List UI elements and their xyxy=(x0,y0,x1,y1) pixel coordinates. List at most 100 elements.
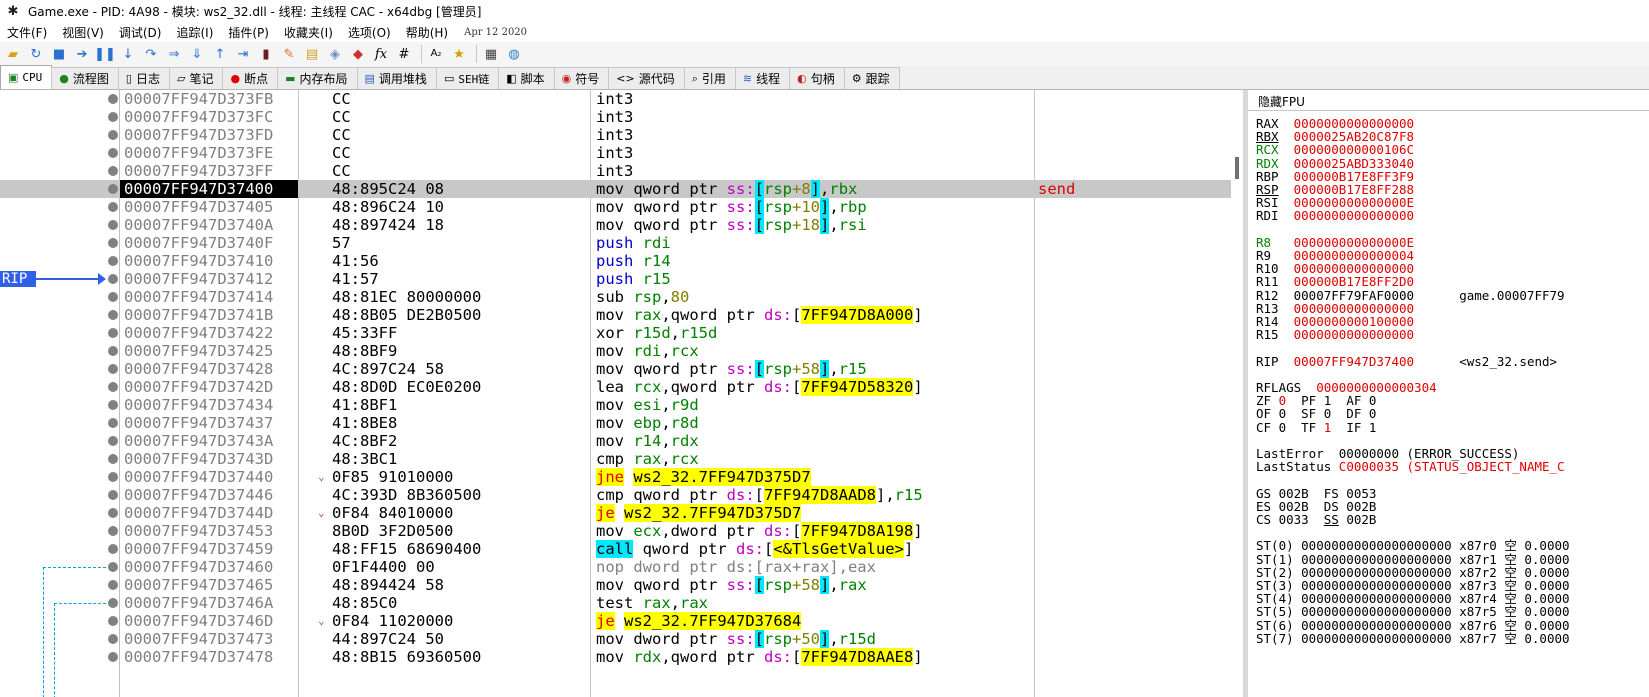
disasm-row[interactable]: 00007FF947D373FB CC int3 xyxy=(0,90,1231,108)
tab-breakpoints[interactable]: ● 断点 xyxy=(222,67,279,89)
tab-log[interactable]: ▯ 日志 xyxy=(117,67,170,89)
tab-cpu[interactable]: ▣ CPU xyxy=(0,65,53,89)
register-line[interactable]: R15 0000000000000000 xyxy=(1256,328,1414,341)
register-line[interactable]: ST(7) 00000000000000000000 x87r7 空 0.000… xyxy=(1256,632,1570,645)
font-icon[interactable]: A₂ xyxy=(426,44,446,64)
function-icon[interactable]: ◆ xyxy=(348,44,368,64)
breakpoint-dot-icon[interactable] xyxy=(108,472,118,482)
disasm-row[interactable]: 00007FF947D3741B 48:8B05 DE2B0500 mov rax,… xyxy=(0,306,1231,324)
disasm-row[interactable]: 00007FF947D37422 45:33FF xor r15d,r15d xyxy=(0,324,1231,342)
disasm-row[interactable]: 00007FF947D3740A 48:897424 18 mov qword pt… xyxy=(0,216,1231,234)
disasm-row[interactable]: 00007FF947D37460 0F1F4400 00 nop dword ptr… xyxy=(0,558,1231,576)
disasm-row[interactable]: 00007FF947D3743A 4C:8BF2 mov r14,rdx xyxy=(0,432,1231,450)
disassembly-scrollbar[interactable] xyxy=(1231,90,1243,697)
disasm-row[interactable]: 00007FF947D37446 4C:393D 8B360500 cmp qwor… xyxy=(0,486,1231,504)
register-line[interactable]: LastStatus C0000035 (STATUS_OBJECT_NAME_… xyxy=(1256,460,1565,473)
breakpoint-dot-icon[interactable] xyxy=(108,634,118,644)
hide-fpu-button[interactable]: 隐藏FPU xyxy=(1258,93,1305,110)
restart-icon[interactable]: ↻ xyxy=(26,44,46,64)
breakpoint-dot-icon[interactable] xyxy=(108,526,118,536)
disasm-row[interactable]: 00007FF947D37414 48:81EC 80000000 sub rsp,… xyxy=(0,288,1231,306)
step-into-icon[interactable]: ↓ xyxy=(118,44,138,64)
tab-references[interactable]: ⌕ 引用 xyxy=(683,67,736,89)
hash-icon[interactable]: # xyxy=(394,44,414,64)
bookmark-icon[interactable]: ◈ xyxy=(325,44,345,64)
disassembly-view[interactable]: 00007FF947D373FB CC int3 00007FF947D373FC CC… xyxy=(0,90,1243,697)
pause-icon[interactable]: ❚❚ xyxy=(94,44,116,64)
breakpoint-dot-icon[interactable] xyxy=(108,220,118,230)
trace-into-icon[interactable]: ⇒ xyxy=(164,44,184,64)
menu-favourites[interactable]: 收藏夹(I) xyxy=(277,24,341,41)
tab-trace[interactable]: ⚙ 跟踪 xyxy=(843,67,900,89)
comment-icon[interactable]: ✎ xyxy=(279,44,299,64)
breakpoint-dot-icon[interactable] xyxy=(108,490,118,500)
menu-help[interactable]: 帮助(H) xyxy=(399,24,456,41)
breakpoint-dot-icon[interactable] xyxy=(108,652,118,662)
disasm-row[interactable]: 00007FF947D37405 48:896C24 10 mov qword pt… xyxy=(0,198,1231,216)
tab-call-stack[interactable]: ▤ 调用堆栈 xyxy=(356,67,437,89)
favourite-icon[interactable]: ★ xyxy=(449,44,469,64)
breakpoint-dot-icon[interactable] xyxy=(108,364,118,374)
breakpoint-dot-icon[interactable] xyxy=(108,418,118,428)
breakpoint-dot-icon[interactable] xyxy=(108,382,118,392)
breakpoint-dot-icon[interactable] xyxy=(108,508,118,518)
disasm-row[interactable]: 00007FF947D37453 8B0D 3F2D0500 mov ecx,dwo… xyxy=(0,522,1231,540)
disasm-row[interactable]: 00007FF947D37440 ⌄ 0F85 91010000 jne ws2_32… xyxy=(0,468,1231,486)
tab-notes[interactable]: ▱ 笔记 xyxy=(168,67,224,89)
breakpoint-dot-icon[interactable] xyxy=(108,94,118,104)
tab-handles[interactable]: ◐ 句柄 xyxy=(789,67,845,89)
tab-threads[interactable]: ≋ 线程 xyxy=(734,67,791,89)
disasm-row[interactable]: 00007FF947D373FF CC int3 xyxy=(0,162,1231,180)
disasm-row[interactable]: 00007FF947D373FD CC int3 xyxy=(0,126,1231,144)
disasm-row[interactable]: 00007FF947D37425 48:8BF9 mov rdi,rcx xyxy=(0,342,1231,360)
breakpoint-dot-icon[interactable] xyxy=(108,112,118,122)
breakpoint-dot-icon[interactable] xyxy=(108,202,118,212)
breakpoint-dot-icon[interactable] xyxy=(108,310,118,320)
breakpoint-dot-icon[interactable] xyxy=(108,148,118,158)
trace-over-icon[interactable]: ⇓ xyxy=(187,44,207,64)
stop-icon[interactable]: ■ xyxy=(49,44,69,64)
menu-options[interactable]: 选项(O) xyxy=(341,24,399,41)
disasm-row[interactable]: 00007FF947D3740F 57 push rdi xyxy=(0,234,1231,252)
disasm-row[interactable]: 00007FF947D37428 4C:897C24 58 mov qword pt… xyxy=(0,360,1231,378)
breakpoint-dot-icon[interactable] xyxy=(108,400,118,410)
disasm-row[interactable]: 00007FF947D3746A 48:85C0 test rax,rax xyxy=(0,594,1231,612)
menu-view[interactable]: 视图(V) xyxy=(55,24,112,41)
disasm-row[interactable]: 00007FF947D373FC CC int3 xyxy=(0,108,1231,126)
scrollbar-thumb[interactable] xyxy=(1235,157,1239,179)
disasm-row[interactable]: 00007FF947D3746D ⌄ 0F84 11020000 je ws2_32.… xyxy=(0,612,1231,630)
breakpoint-dot-icon[interactable] xyxy=(108,544,118,554)
menu-file[interactable]: 文件(F) xyxy=(0,24,55,41)
disasm-row[interactable]: 00007FF947D37410 41:56 push r14 xyxy=(0,252,1231,270)
registers-view[interactable]: 隐藏FPU RAX 0000000000000000 RBX 0000025AB2… xyxy=(1248,90,1649,697)
disasm-row[interactable]: 00007FF947D37437 41:8BE8 mov ebp,r8d xyxy=(0,414,1231,432)
register-line[interactable]: CF 0 TF 1 IF 1 xyxy=(1256,420,1376,434)
register-line[interactable]: RIP 00007FF947D37400 <ws2_32.send> xyxy=(1256,354,1557,368)
disasm-row[interactable]: 00007FF947D3744D ⌄ 0F84 84010000 je ws2_32.… xyxy=(0,504,1231,522)
disasm-row[interactable]: 00007FF947D37459 48:FF15 68690400 call qwo… xyxy=(0,540,1231,558)
disasm-row-rip[interactable]: 00007FF947D37400 48:895C24 08 mov qword pt… xyxy=(0,180,1231,198)
breakpoint-dot-icon[interactable] xyxy=(108,598,118,608)
register-line[interactable]: CS 0033 SS 002B xyxy=(1256,513,1376,526)
menu-debug[interactable]: 调试(D) xyxy=(112,24,170,41)
breakpoint-dot-icon[interactable] xyxy=(108,256,118,266)
breakpoint-dot-icon[interactable] xyxy=(108,436,118,446)
step-over-icon[interactable]: ↷ xyxy=(141,44,161,64)
disasm-row[interactable]: 00007FF947D373FE CC int3 xyxy=(0,144,1231,162)
menu-trace[interactable]: 追踪(I) xyxy=(169,24,221,41)
tab-memory-map[interactable]: ▬ 内存布局 xyxy=(277,67,358,89)
breakpoint-dot-icon[interactable] xyxy=(108,616,118,626)
menu-plugins[interactable]: 插件(P) xyxy=(221,24,277,41)
tab-source[interactable]: <> 源代码 xyxy=(608,67,685,89)
open-icon[interactable]: ▰ xyxy=(3,44,23,64)
disasm-row[interactable]: 00007FF947D3743D 48:3BC1 cmp rax,rcx xyxy=(0,450,1231,468)
breakpoint-dot-icon[interactable] xyxy=(108,346,118,356)
breakpoint-dot-icon[interactable] xyxy=(108,328,118,338)
breakpoint-dot-icon[interactable] xyxy=(108,580,118,590)
disasm-row[interactable]: 00007FF947D37473 44:897C24 50 mov dword pt… xyxy=(0,630,1231,648)
tab-script[interactable]: ◧ 脚本 xyxy=(498,67,555,89)
breakpoint-dot-icon[interactable] xyxy=(108,562,118,572)
run-to-return-icon[interactable]: ↑ xyxy=(210,44,230,64)
disasm-row[interactable]: 00007FF947D37434 41:8BF1 mov esi,r9d xyxy=(0,396,1231,414)
label-icon[interactable]: ▤ xyxy=(302,44,322,64)
